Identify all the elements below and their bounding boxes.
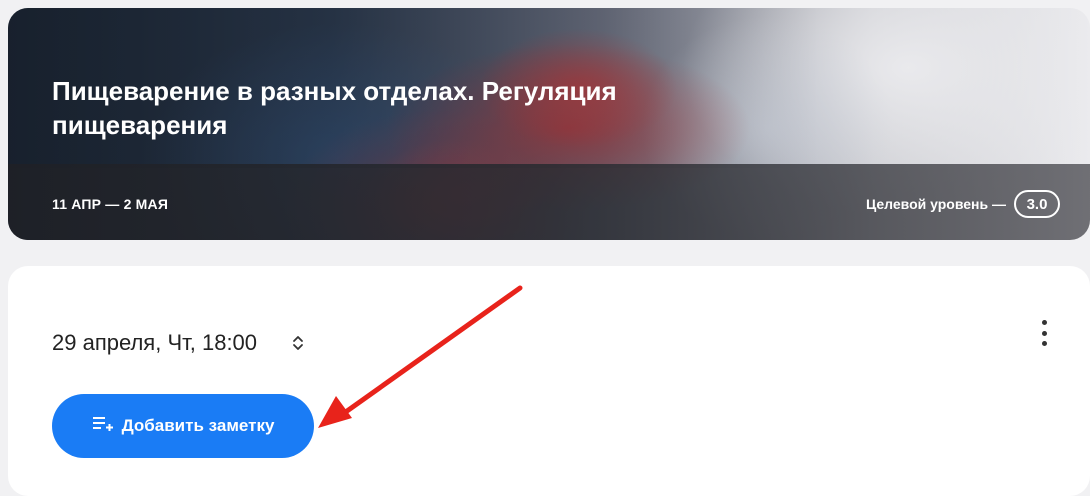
- more-vertical-icon[interactable]: [1038, 320, 1050, 346]
- lesson-card: 29 апреля, Чт, 18:00 Добавить заметку: [8, 266, 1090, 496]
- playlist-add-icon: [92, 415, 114, 438]
- target-level-label: Целевой уровень —: [865, 196, 1006, 212]
- unfold-chevrons-icon[interactable]: [291, 332, 305, 354]
- topic-banner[interactable]: Пищеварение в разных отделах. Регуляция …: [8, 8, 1090, 240]
- lesson-datetime: 29 апреля, Чт, 18:00: [52, 330, 258, 355]
- add-note-button[interactable]: Добавить заметку: [52, 394, 314, 458]
- topic-title: Пищеварение в разных отделах. Регуляция …: [52, 76, 617, 140]
- target-level-badge: 3.0: [1014, 190, 1060, 218]
- add-note-label: Добавить заметку: [121, 416, 275, 435]
- target-level: Целевой уровень — 3.0: [866, 190, 1060, 218]
- topic-dates: 11 АПР — 2 МАЯ: [52, 196, 169, 212]
- lesson-date-row: 29 апреля, Чт, 18:00: [52, 330, 305, 356]
